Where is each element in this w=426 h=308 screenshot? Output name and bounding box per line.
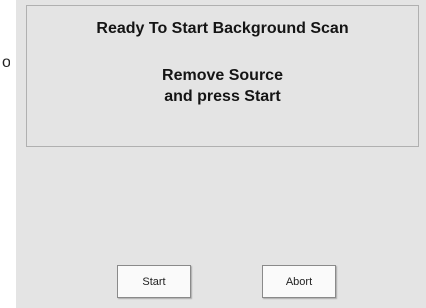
scan-dialog: Ready To Start Background Scan Remove So… [16, 0, 426, 308]
abort-button[interactable]: Abort [262, 265, 336, 298]
start-button[interactable]: Start [117, 265, 191, 298]
instruction-line-1: Remove Source [162, 67, 283, 84]
instruction-line-2: and press Start [164, 88, 281, 105]
cropped-edge-glyph: o [2, 55, 10, 71]
message-panel: Ready To Start Background Scan Remove So… [26, 5, 419, 147]
status-title: Ready To Start Background Scan [96, 20, 349, 37]
